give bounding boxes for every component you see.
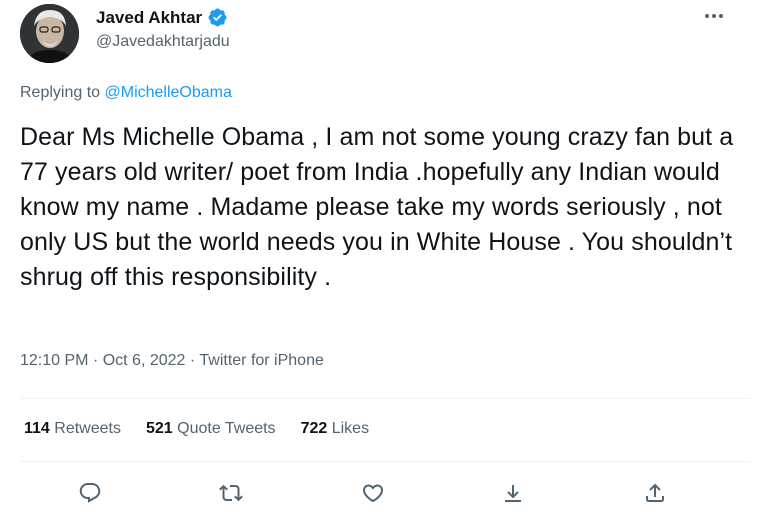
tweet-meta: 12:10 PM · Oct 6, 2022 · Twitter for iPh… <box>20 352 324 370</box>
retweets-count: 114 <box>24 420 50 437</box>
divider <box>20 461 750 462</box>
heart-icon <box>362 484 384 503</box>
retweets-stat[interactable]: 114 Retweets <box>24 420 121 438</box>
reply-button[interactable] <box>70 473 110 513</box>
tweet-date: Oct 6, 2022 <box>102 352 186 369</box>
avatar[interactable] <box>20 4 79 63</box>
tweet-time-link[interactable]: 12:10 PM · Oct 6, 2022 <box>20 352 185 369</box>
tweet-stats: 114 Retweets 521 Quote Tweets 722 Likes <box>24 420 394 438</box>
meta-separator: · <box>92 352 99 369</box>
likes-label: Likes <box>331 420 370 437</box>
likes-count: 722 <box>300 420 328 437</box>
quotes-label: Quote Tweets <box>177 420 276 437</box>
like-button[interactable] <box>353 473 393 513</box>
tweet-card: Javed Akhtar @Javedakhtarjadu Replying t… <box>0 0 770 527</box>
quote-tweets-stat[interactable]: 521 Quote Tweets <box>146 420 276 438</box>
bookmark-button[interactable] <box>493 473 533 513</box>
reply-icon <box>79 483 101 503</box>
author-display-name[interactable]: Javed Akhtar <box>96 8 202 28</box>
retweet-button[interactable] <box>211 473 251 513</box>
author-handle[interactable]: @Javedakhtarjadu <box>96 33 230 51</box>
share-icon <box>646 483 664 502</box>
author-name-row[interactable]: Javed Akhtar <box>96 7 228 28</box>
retweets-label: Retweets <box>54 420 121 437</box>
likes-stat[interactable]: 722 Likes <box>301 420 370 438</box>
share-button[interactable] <box>635 473 675 513</box>
retweet-icon <box>219 484 243 502</box>
verified-badge-icon <box>207 7 228 28</box>
replying-prefix: Replying to <box>20 84 101 101</box>
replying-to: Replying to @MichelleObama <box>20 84 232 102</box>
meta-separator: · <box>189 352 196 369</box>
quotes-count: 521 <box>145 420 173 437</box>
tweet-actions <box>0 473 770 513</box>
bookmark-icon <box>505 485 521 502</box>
tweet-time: 12:10 PM <box>20 352 89 369</box>
divider <box>20 398 750 399</box>
reply-mention-link[interactable]: @MichelleObama <box>105 84 232 101</box>
avatar-image <box>20 4 79 63</box>
tweet-text: Dear Ms Michelle Obama , I am not some y… <box>20 123 734 291</box>
more-icon[interactable] <box>700 6 728 26</box>
tweet-source-link[interactable]: Twitter for iPhone <box>199 352 324 369</box>
